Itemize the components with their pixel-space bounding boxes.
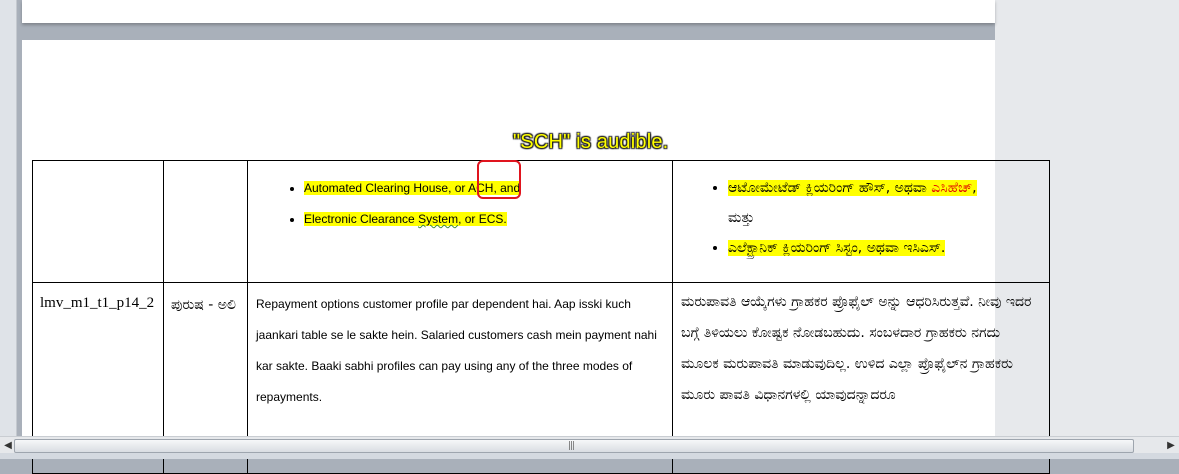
spellcheck-term: System xyxy=(418,212,459,226)
bullet-text: ಆಟೋಮೇಟೆಡ್ ಕ್ಲಿಯರಿಂಗ್ ಹೌಸ್, ಅಥವಾ xyxy=(728,180,932,196)
english-cell[interactable]: Automated Clearing House, or ACH, and El… xyxy=(247,160,673,283)
table-row: Automated Clearing House, or ACH, and El… xyxy=(32,160,1050,283)
highlight-box xyxy=(477,160,521,199)
kannada-cell[interactable]: ಆಟೋಮೇಟೆಡ್ ಕ್ಲಿಯರಿಂಗ್ ಹೌಸ್, ಅಥವಾ ಎಸಿಹೆಚ್,… xyxy=(672,160,1050,283)
grip-icon: ||| xyxy=(568,441,575,451)
bullet-text: , xyxy=(972,180,977,196)
list-item: ಎಲೆಕ್ಟ್ರಾನಿಕ್ ಕ್ಲಿಯರಿಂಗ್ ಸಿಸ್ಟಂ, ಅಥವಾ ಇಸ… xyxy=(728,233,1049,263)
bullet-text: , or ECS. xyxy=(458,212,507,226)
bullet-text: ಮತ್ತು xyxy=(728,210,755,226)
status-bar xyxy=(0,453,1179,459)
previous-page xyxy=(22,0,995,23)
bullet-text: ಎಲೆಕ್ಟ್ರಾನಿಕ್ ಕ್ಲಿಯರಿಂಗ್ ಸಿಸ್ಟಂ, ಅಥವಾ ಇಸ… xyxy=(728,240,946,256)
acronym-term-red: ಎಸಿಹೆಚ್ xyxy=(931,180,973,196)
left-gutter xyxy=(0,0,17,436)
speaker-cell-empty[interactable] xyxy=(163,160,248,283)
english-bullet-list: Automated Clearing House, or ACH, and El… xyxy=(248,173,672,235)
bullet-text: Automated Clearing House, or xyxy=(304,181,469,195)
translation-table: Automated Clearing House, or ACH, and El… xyxy=(32,160,1050,474)
kannada-bullet-list: ಆಟೋಮೇಟೆಡ್ ಕ್ಲಿಯರಿಂಗ್ ಹೌಸ್, ಅಥವಾ ಎಸಿಹೆಚ್,… xyxy=(673,173,1049,263)
arrow-right-icon[interactable]: ▶ xyxy=(1163,437,1179,454)
list-item: Electronic Clearance System, or ECS. xyxy=(304,204,672,235)
bullet-text: Electronic Clearance xyxy=(304,212,419,226)
code-cell-empty[interactable] xyxy=(32,160,164,283)
scrollbar-thumb[interactable]: ||| xyxy=(14,439,1134,453)
annotation-text: "SCH" is audible. xyxy=(513,131,669,153)
horizontal-scrollbar[interactable]: ◀ ||| ▶ xyxy=(0,436,1179,454)
list-item: ಆಟೋಮೇಟೆಡ್ ಕ್ಲಿಯರಿಂಗ್ ಹೌಸ್, ಅಥವಾ ಎಸಿಹೆಚ್,… xyxy=(728,173,1049,233)
